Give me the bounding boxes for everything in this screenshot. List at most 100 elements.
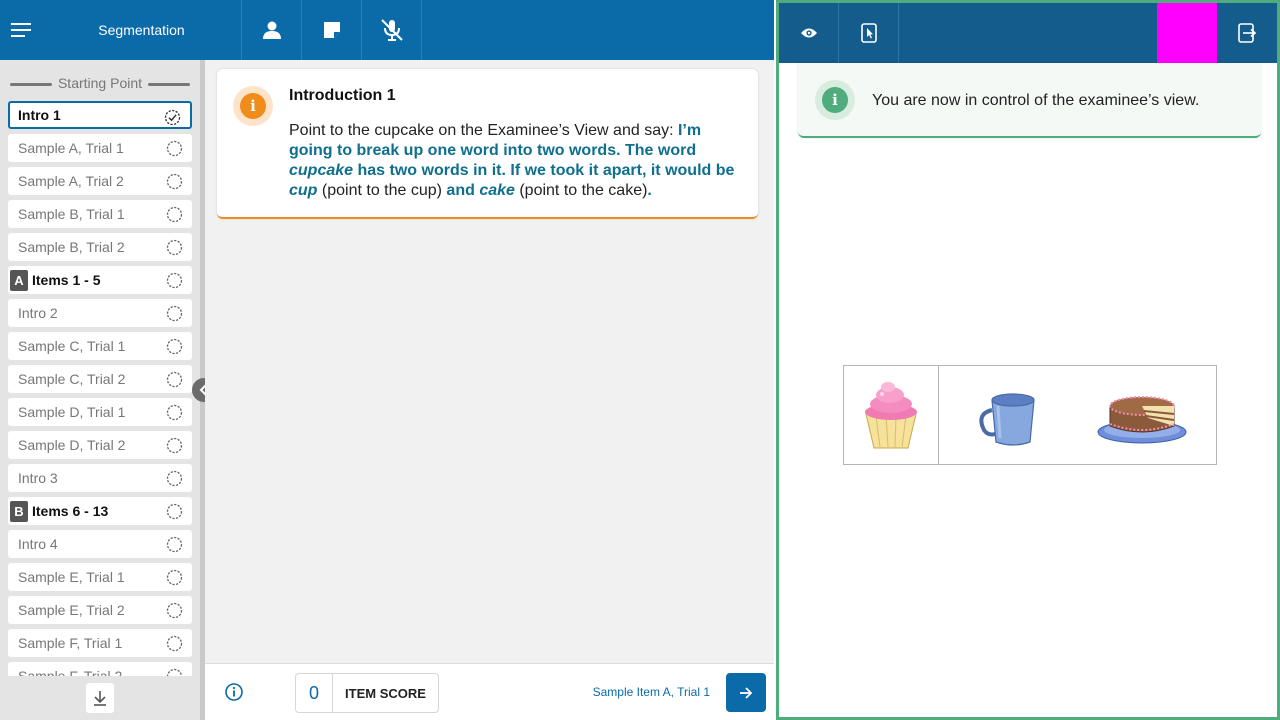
next-item-button[interactable] (726, 673, 766, 712)
heading-rule-left (9, 82, 52, 86)
card-title: Introduction 1 (289, 87, 396, 104)
cup-image (979, 393, 1035, 446)
list-item-label: Sample C, Trial 1 (18, 338, 126, 354)
item-list[interactable]: Intro 1 Sample A, Trial 1 Sample A, Trial … (8, 101, 192, 676)
eye-icon (800, 28, 817, 38)
mic-button[interactable] (362, 0, 422, 60)
list-item-label: Sample B, Trial 2 (18, 239, 125, 255)
person-icon (262, 21, 281, 39)
not-started-status-icon (166, 602, 183, 619)
list-item[interactable]: Sample E, Trial 2 (8, 596, 192, 624)
not-started-status-icon (166, 173, 183, 190)
list-item-label: Sample C, Trial 2 (18, 371, 126, 387)
list-item-label: Sample F, Trial 2 (18, 668, 123, 676)
not-started-status-icon (166, 470, 183, 487)
examinee-info-button[interactable] (242, 0, 302, 60)
examiner-toolbar: Segmentation (0, 0, 774, 60)
download-icon (94, 691, 106, 706)
notice-badge: i (815, 80, 855, 120)
not-started-status-icon (166, 371, 183, 388)
list-item-label: Sample D, Trial 2 (18, 437, 126, 453)
cup-cell[interactable] (940, 366, 1076, 464)
menu-icon (11, 23, 31, 37)
heading-rule-right (148, 82, 191, 86)
notice-text: You are now in control of the examinee’s… (872, 92, 1200, 109)
info-icon: i (240, 93, 266, 119)
direction-cup: (point to the cup) (317, 182, 447, 199)
in-progress-check-icon (164, 109, 181, 126)
not-started-status-icon (166, 668, 183, 676)
item-score-box[interactable]: 0 ITEM SCORE (295, 673, 439, 713)
menu-button[interactable] (0, 0, 42, 60)
examinee-toolbar (779, 3, 1277, 63)
cupcake-image (865, 382, 917, 449)
list-item[interactable]: Sample F, Trial 2 (8, 662, 192, 676)
note-icon (323, 22, 340, 38)
cake-cell[interactable] (1076, 366, 1216, 464)
list-item[interactable]: Sample A, Trial 2 (8, 167, 192, 195)
starting-point-label: Starting Point (57, 75, 143, 91)
download-button[interactable] (86, 683, 114, 713)
cake-image (1097, 396, 1187, 444)
say-end: . (647, 182, 652, 199)
control-notice: i You are now in control of the examinee… (798, 63, 1261, 138)
item-footer: 0 ITEM SCORE Sample Item A, Trial 1 (205, 663, 774, 720)
cupcake-cell[interactable] (844, 366, 939, 464)
list-item[interactable]: Sample E, Trial 1 (8, 563, 192, 591)
section-header-item[interactable]: A Items 1 - 5 (8, 266, 192, 294)
notes-button[interactable] (302, 0, 362, 60)
not-started-status-icon (166, 503, 183, 520)
list-item[interactable]: Sample D, Trial 2 (8, 431, 192, 459)
subtest-title: Segmentation (42, 0, 242, 60)
list-item[interactable]: Intro 3 (8, 464, 192, 492)
list-item[interactable]: Intro 4 (8, 530, 192, 558)
examinee-view-panel: i You are now in control of the examinee… (776, 0, 1280, 720)
section-header-item[interactable]: B Items 6 - 13 (8, 497, 192, 525)
arrow-right-icon (740, 686, 753, 699)
preview-button[interactable] (779, 3, 839, 63)
say-word-cupcake: cupcake (289, 162, 354, 179)
say-text-2: has two words in it. If we took it apart… (353, 162, 735, 179)
tablet-control-button[interactable] (839, 3, 899, 63)
say-word-cup: cup (289, 182, 318, 199)
list-item[interactable]: Sample A, Trial 1 (8, 134, 192, 162)
list-item[interactable]: Sample F, Trial 1 (8, 629, 192, 657)
instruction-card: i Introduction 1 Point to the cupcake on… (217, 69, 758, 219)
info-icon: i (822, 87, 848, 113)
list-item-label: Sample B, Trial 1 (18, 206, 125, 222)
say-word-cake: cake (479, 182, 515, 199)
not-started-status-icon (166, 206, 183, 223)
info-circle-icon[interactable] (224, 682, 244, 702)
list-item[interactable]: Sample C, Trial 1 (8, 332, 192, 360)
list-item[interactable]: Intro 2 (8, 299, 192, 327)
list-item[interactable]: Sample C, Trial 2 (8, 365, 192, 393)
list-item-label: Sample A, Trial 2 (18, 173, 124, 189)
tablet-pointer-icon (860, 23, 877, 43)
item-score-label: ITEM SCORE (345, 685, 426, 701)
exit-examinee-view-button[interactable] (1217, 3, 1277, 63)
not-started-status-icon (166, 305, 183, 322)
list-item-label: Items 1 - 5 (32, 272, 101, 288)
list-item[interactable]: Sample D, Trial 1 (8, 398, 192, 426)
not-started-status-icon (166, 140, 183, 157)
stimulus-picture-strip (843, 365, 1217, 465)
section-badge: A (10, 269, 28, 291)
not-started-status-icon (166, 569, 183, 586)
list-item-label: Intro 1 (18, 107, 61, 123)
list-item-label: Intro 3 (18, 470, 58, 486)
not-started-status-icon (166, 635, 183, 652)
list-item[interactable]: Intro 1 (8, 101, 192, 129)
list-item-label: Sample E, Trial 1 (18, 569, 125, 585)
highlight-block (1157, 3, 1217, 63)
instruction-text: Point to the cupcake on the Examinee’s V… (289, 121, 739, 201)
info-badge: i (233, 86, 273, 126)
list-item-label: Sample D, Trial 1 (18, 404, 126, 420)
list-item[interactable]: Sample B, Trial 1 (8, 200, 192, 228)
current-item-label: Sample Item A, Trial 1 (592, 685, 710, 699)
list-item-label: Sample A, Trial 1 (18, 140, 124, 156)
examiner-content: i Introduction 1 Point to the cupcake on… (205, 60, 774, 663)
exit-icon (1238, 23, 1256, 43)
list-item[interactable]: Sample B, Trial 2 (8, 233, 192, 261)
not-started-status-icon (166, 437, 183, 454)
list-item-label: Intro 2 (18, 305, 58, 321)
